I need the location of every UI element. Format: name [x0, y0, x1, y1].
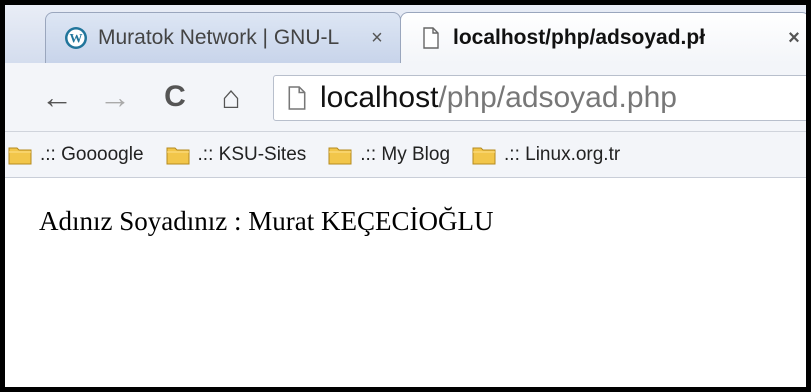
reload-button[interactable]: C	[157, 77, 193, 117]
home-icon: ⌂	[221, 78, 241, 115]
close-tab-icon[interactable]: ×	[783, 27, 805, 50]
bookmark-my-blog[interactable]: .:: My Blog	[328, 144, 450, 166]
address-bar[interactable]: localhost/php/adsoyad.php	[273, 75, 806, 121]
browser-window: W Muratok Network | GNU-L × localhost/ph…	[0, 0, 811, 392]
bookmark-goooogle[interactable]: .:: Goooogle	[8, 144, 144, 166]
folder-icon	[472, 147, 496, 164]
close-tab-icon[interactable]: ×	[366, 27, 388, 50]
bookmark-label: .:: My Blog	[360, 143, 451, 165]
svg-text:W: W	[70, 31, 83, 46]
bookmark-label: .:: Linux.org.tr	[504, 143, 621, 165]
bookmark-ksu-sites[interactable]: .:: KSU-Sites	[166, 143, 307, 166]
tab-title: Muratok Network | GNU-L	[98, 26, 340, 49]
url-path: /php/adsoyad.php	[438, 81, 677, 114]
bookmarks-bar: .:: Goooogle .:: KSU-Sites .:: My Blog .…	[5, 132, 806, 178]
forward-arrow-icon: →	[99, 78, 131, 115]
back-button[interactable]: ←	[39, 77, 75, 117]
home-button[interactable]: ⌂	[213, 77, 249, 117]
page-icon	[423, 27, 439, 49]
folder-icon	[8, 147, 32, 164]
bookmark-linux-org-tr[interactable]: .:: Linux.org.tr	[472, 144, 620, 166]
forward-button[interactable]: →	[97, 77, 133, 117]
page-content: Adınız Soyadınız : Murat KEÇECİOĞLU	[5, 178, 806, 387]
reload-icon: C	[164, 80, 186, 113]
tab-muratok-network[interactable]: W Muratok Network | GNU-L ×	[45, 12, 401, 63]
wordpress-icon: W	[65, 27, 87, 49]
bookmark-label: .:: Goooogle	[40, 143, 144, 165]
url-host: localhost	[320, 81, 439, 114]
folder-icon	[328, 147, 352, 164]
toolbar: ← → C ⌂ localhost/php/adsoyad.php	[5, 63, 806, 132]
bookmark-label: .:: KSU-Sites	[197, 143, 307, 165]
page-icon	[288, 86, 306, 110]
tab-title: localhost/php/adsoyad.pł	[453, 26, 706, 49]
folder-icon	[166, 147, 190, 164]
tab-strip: W Muratok Network | GNU-L × localhost/ph…	[5, 5, 806, 63]
name-output-text: Adınız Soyadınız : Murat KEÇECİOĞLU	[39, 206, 494, 236]
back-arrow-icon: ←	[41, 78, 73, 115]
tab-localhost-adsoyad[interactable]: localhost/php/adsoyad.pł ×	[400, 12, 806, 63]
